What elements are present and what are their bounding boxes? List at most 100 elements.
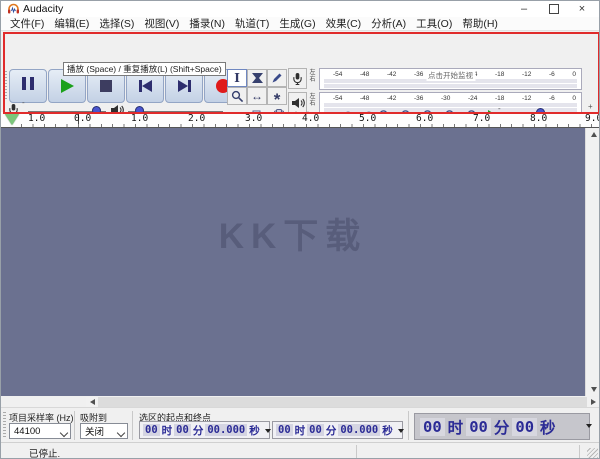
toolbar-separator [74, 411, 75, 440]
multi-tool-button[interactable]: * [267, 87, 287, 105]
left-channel-label: 左 [307, 94, 318, 101]
arrow-up-icon [591, 132, 597, 137]
menu-item[interactable]: 分析(A) [366, 16, 411, 31]
recording-meter[interactable]: -54-48-42-36-30-24-18-12-60 点击开始监视 [319, 68, 582, 90]
dropdown-arrow-icon[interactable] [398, 429, 404, 433]
playback-meter-channel-labels: 左 右 [307, 94, 318, 108]
magnifier-icon [231, 90, 244, 103]
speed-max-label: + [588, 102, 593, 111]
selection-toolbar: 项目采样率 (Hz) 44100 吸附到 关闭 选区的起点和终点 00时00分0… [1, 407, 599, 442]
playback-meter-bar-left [324, 103, 577, 107]
pause-button[interactable] [9, 69, 47, 103]
skip-to-start-icon [139, 80, 152, 92]
ruler-ticks [21, 124, 599, 127]
ruler-time-label: 4.0 [302, 113, 319, 124]
meter-scale-tick: -18 [495, 71, 504, 78]
selection-tool-button[interactable]: I [227, 69, 247, 87]
ruler-time-label: 6.0 [416, 113, 433, 124]
ruler-time-label: 8.0 [530, 113, 547, 124]
transport-grip[interactable] [4, 71, 7, 99]
menu-item[interactable]: 帮助(H) [457, 16, 503, 31]
title-bar: Audacity – × [1, 1, 599, 17]
scroll-up-button[interactable] [586, 128, 600, 141]
audacity-window: Audacity – × 文件(F)编辑(E)选择(S)视图(V)播录(N)轨道… [0, 0, 600, 459]
multi-tool-icon: * [274, 89, 281, 104]
vertical-scrollbar[interactable] [585, 128, 600, 396]
envelope-icon [251, 72, 264, 84]
minimize-icon: – [521, 3, 527, 15]
envelope-tool-button[interactable] [247, 69, 267, 87]
draw-tool-button[interactable] [267, 69, 287, 87]
dropdown-arrow-icon[interactable] [586, 424, 592, 428]
resize-grip[interactable] [587, 448, 598, 459]
chevron-down-icon [117, 429, 125, 437]
horizontal-scroll-thumb[interactable] [98, 397, 587, 407]
menu-item[interactable]: 工具(O) [411, 16, 457, 31]
menu-item[interactable]: 编辑(E) [49, 16, 94, 31]
menu-item[interactable]: 生成(G) [274, 16, 320, 31]
time-shift-tool-button[interactable]: ↔ [247, 87, 267, 105]
project-rate-select[interactable]: 44100 [9, 423, 71, 439]
time-segment: 00.000 [205, 424, 247, 436]
time-segment: 00 [420, 418, 445, 436]
meter-scale-tick: -12 [522, 95, 531, 102]
menu-item[interactable]: 播录(N) [184, 16, 230, 31]
meter-scale-tick: -42 [387, 95, 396, 102]
recording-meter-channel-labels: 左 右 [307, 70, 318, 84]
right-channel-label: 右 [307, 77, 318, 84]
zoom-tool-button[interactable] [227, 87, 247, 105]
meter-scale-tick: -54 [333, 95, 342, 102]
left-channel-label: 左 [307, 70, 318, 77]
maximize-button[interactable] [539, 1, 569, 17]
menu-item[interactable]: 文件(F) [5, 16, 49, 31]
time-segment: 时 [161, 423, 174, 438]
dropdown-arrow-icon[interactable] [265, 429, 271, 433]
snap-to-select[interactable]: 关闭 [80, 423, 128, 439]
snap-to-value: 关闭 [85, 424, 104, 438]
close-button[interactable]: × [567, 1, 597, 17]
timeline-ruler[interactable]: 1.00.01.02.03.04.05.06.07.08.09.0 [1, 112, 599, 128]
ruler-time-label: 7.0 [473, 113, 490, 124]
minimize-button[interactable]: – [509, 1, 539, 17]
audio-position-field[interactable]: 00时00分00秒 [414, 413, 590, 440]
toolbar-separator [408, 411, 409, 440]
menu-item[interactable]: 效果(C) [321, 16, 367, 31]
time-segment: 00 [143, 424, 160, 436]
arrow-down-icon [591, 387, 597, 392]
scroll-right-button[interactable] [587, 397, 599, 407]
time-shift-icon: ↔ [251, 89, 263, 103]
menu-item[interactable]: 轨道(T) [230, 16, 274, 31]
recording-meter-button[interactable] [288, 68, 307, 89]
ruler-time-label: 2.0 [188, 113, 205, 124]
menu-item[interactable]: 选择(S) [94, 16, 139, 31]
toolbar-separator [132, 411, 133, 440]
track-area: KK下载 [1, 128, 585, 396]
meter-scale-tick: -36 [414, 71, 423, 78]
selection-toolbar-grip[interactable] [3, 412, 6, 438]
status-separator [579, 445, 580, 459]
meter-scale-tick: -30 [441, 95, 450, 102]
recording-meter-bar-right [324, 84, 577, 88]
time-segment: 00 [466, 418, 491, 436]
playback-meter-scale: -54-48-42-36-30-24-18-12-60 [320, 93, 581, 102]
microphone-icon [292, 72, 303, 86]
skip-to-end-icon [178, 80, 191, 92]
scroll-left-button[interactable] [86, 397, 98, 407]
horizontal-scrollbar[interactable] [86, 397, 599, 407]
monitor-hint-text[interactable]: 点击开始监视 [426, 70, 475, 81]
menu-item[interactable]: 视图(V) [139, 16, 184, 31]
pinned-playhead-icon[interactable] [5, 114, 19, 125]
meter-scale-tick: -6 [549, 71, 555, 78]
selection-end-field[interactable]: 00时00分00.000秒 [272, 421, 403, 439]
scroll-down-button[interactable] [586, 383, 600, 396]
time-segment: 秒 [381, 423, 394, 438]
meter-scale-tick: -48 [360, 71, 369, 78]
watermark-text: KK下载 [219, 208, 368, 259]
time-segment: 00 [174, 424, 191, 436]
menu-bar: 文件(F)编辑(E)选择(S)视图(V)播录(N)轨道(T)生成(G)效果(C)… [1, 17, 599, 31]
meter-scale-tick: 0 [572, 71, 576, 78]
ruler-time-label: 5.0 [359, 113, 376, 124]
stop-icon [100, 80, 112, 92]
selection-start-field[interactable]: 00时00分00.000秒 [139, 421, 270, 439]
pencil-icon [271, 72, 283, 84]
